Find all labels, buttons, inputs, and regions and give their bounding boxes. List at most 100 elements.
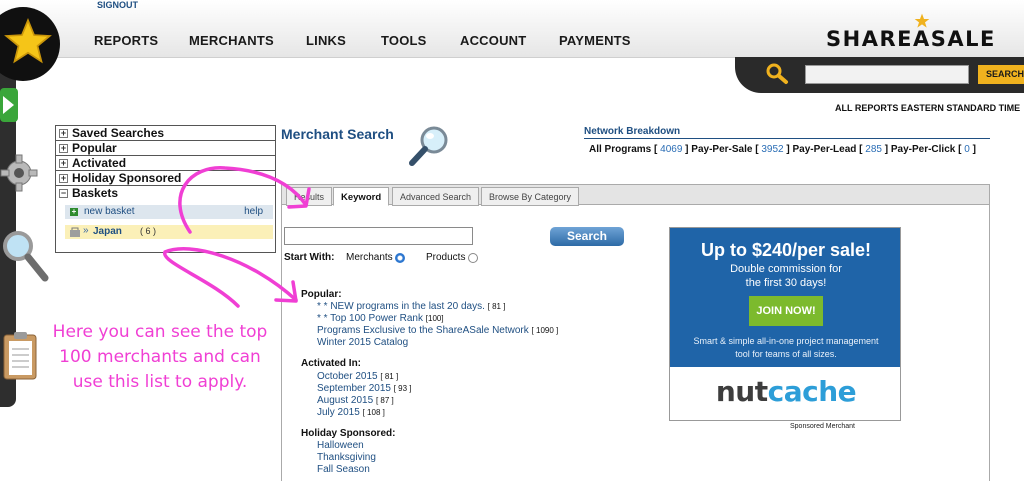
start-with-label: Start With: xyxy=(284,252,335,263)
expand-icon: + xyxy=(59,143,68,153)
expand-icon: + xyxy=(59,128,68,138)
tree-label: Activated xyxy=(72,156,127,170)
nav-tools[interactable]: TOOLS xyxy=(381,33,427,48)
activated-july-link[interactable]: July 2015 xyxy=(317,407,360,418)
popular-winter-catalog-link[interactable]: Winter 2015 Catalog xyxy=(317,337,408,348)
popular-exclusive-link[interactable]: Programs Exclusive to the ShareASale Net… xyxy=(317,325,529,336)
magnifier-icon xyxy=(409,126,448,166)
list-item: August 2015 [ 87 ] xyxy=(317,395,394,406)
list-item: Winter 2015 Catalog xyxy=(317,337,408,348)
popular-heading: Popular: xyxy=(301,289,342,300)
saved-lists-panel: + Saved Searches + Popular + Activated +… xyxy=(55,125,276,253)
pay-per-lead-label: ] Pay-Per-Lead [ xyxy=(786,144,863,155)
popular-top-100-link[interactable]: * * Top 100 Power Rank xyxy=(317,313,423,324)
annotation-note: Here you can see the top 100 merchants a… xyxy=(35,320,285,395)
list-item: Programs Exclusive to the ShareASale Net… xyxy=(317,325,558,336)
basket-name[interactable]: Japan xyxy=(93,226,122,237)
search-button[interactable]: Search xyxy=(550,227,624,246)
ad-join-button[interactable]: JOIN NOW! xyxy=(749,296,823,326)
annotation-line: 100 merchants and can xyxy=(59,347,261,367)
basket-icon xyxy=(70,227,80,237)
tree-label: Holiday Sponsored xyxy=(72,171,182,185)
item-count: [100] xyxy=(425,314,444,323)
tree-saved-searches[interactable]: + Saved Searches xyxy=(56,126,275,141)
play-arrow-icon[interactable] xyxy=(0,88,18,122)
logo-part: nut xyxy=(715,375,768,408)
item-count: [ 81 ] xyxy=(380,372,399,381)
item-count: [ 1090 ] xyxy=(531,326,559,335)
holiday-fall-season-link[interactable]: Fall Season xyxy=(317,464,370,475)
holiday-halloween-link[interactable]: Halloween xyxy=(317,440,364,451)
nav-reports[interactable]: REPORTS xyxy=(94,33,158,48)
item-count: [ 93 ] xyxy=(393,384,412,393)
pay-per-lead-count[interactable]: 285 xyxy=(865,144,882,155)
sponsored-ad[interactable]: Up to $240/per sale! Double commission f… xyxy=(669,227,901,421)
radio-merchants[interactable] xyxy=(395,253,405,263)
annotation-line: Here you can see the top xyxy=(52,322,268,342)
collapse-icon: − xyxy=(59,188,68,198)
radio-products[interactable] xyxy=(468,253,478,263)
radio-merchants-label: Merchants xyxy=(346,252,393,263)
expand-icon: + xyxy=(59,158,68,168)
all-programs-label: All Programs [ xyxy=(589,144,658,155)
activated-october-link[interactable]: October 2015 xyxy=(317,371,378,382)
pay-per-sale-count[interactable]: 3952 xyxy=(761,144,783,155)
top-search-input[interactable] xyxy=(805,65,969,84)
basket-item[interactable]: » Japan ( 6 ) xyxy=(65,225,273,239)
nav-links[interactable]: LINKS xyxy=(306,33,346,48)
tree-label: Saved Searches xyxy=(72,126,165,140)
basket-count: ( 6 ) xyxy=(140,226,157,236)
list-item: * * NEW programs in the last 20 days. [ … xyxy=(317,301,505,312)
tree-baskets[interactable]: − Baskets xyxy=(56,186,275,201)
list-item: September 2015 [ 93 ] xyxy=(317,383,412,394)
tab-advanced-search[interactable]: Advanced Search xyxy=(392,187,480,206)
help-link[interactable]: help xyxy=(244,206,263,217)
activated-september-link[interactable]: September 2015 xyxy=(317,383,391,394)
item-count: [ 87 ] xyxy=(375,396,394,405)
expand-icon: + xyxy=(59,173,68,183)
logo-part: cache xyxy=(767,375,857,408)
magnifier-icon[interactable] xyxy=(0,228,52,284)
search-icon xyxy=(766,63,788,84)
item-count: [ 108 ] xyxy=(362,408,385,417)
keyword-input[interactable] xyxy=(284,227,473,245)
ad-line: the first 30 days! xyxy=(745,277,827,289)
tab-keyword[interactable]: Keyword xyxy=(333,187,390,206)
nav-merchants[interactable]: MERCHANTS xyxy=(189,33,274,48)
item-count: [ 81 ] xyxy=(487,302,506,311)
tree-popular[interactable]: + Popular xyxy=(56,141,275,156)
divider xyxy=(584,138,990,139)
signout-link[interactable]: SIGNOUT xyxy=(97,0,138,10)
new-basket-link[interactable]: new basket xyxy=(84,206,135,217)
holiday-heading: Holiday Sponsored: xyxy=(301,428,396,439)
bracket: ] xyxy=(972,144,976,155)
double-chevron-icon: » xyxy=(83,225,89,236)
ad-line: Double commission for xyxy=(730,263,842,275)
pay-per-click-count[interactable]: 0 xyxy=(964,144,970,155)
nav-account[interactable]: ACCOUNT xyxy=(460,33,526,48)
nav-payments[interactable]: PAYMENTS xyxy=(559,33,631,48)
tree-holiday-sponsored[interactable]: + Holiday Sponsored xyxy=(56,171,275,186)
pay-per-sale-label: ] Pay-Per-Sale [ xyxy=(685,144,759,155)
ad-small-text: Smart & simple all-in-one project manage… xyxy=(693,336,879,346)
tree-label: Popular xyxy=(72,141,117,155)
timezone-note: ALL REPORTS EASTERN STANDARD TIME xyxy=(835,103,1021,113)
tree-label: Baskets xyxy=(72,186,119,200)
ad-small-text: tool for teams of all sizes. xyxy=(735,349,837,359)
activated-august-link[interactable]: August 2015 xyxy=(317,395,373,406)
tab-browse-by-category[interactable]: Browse By Category xyxy=(481,187,580,206)
shareasale-logo[interactable]: SHAREASALE xyxy=(826,27,996,51)
top-search-button[interactable]: SEARCH xyxy=(978,65,1024,84)
sponsored-caption: Sponsored Merchant xyxy=(790,423,855,430)
tab-results[interactable]: Results xyxy=(286,187,333,206)
nutcache-logo: nutcache xyxy=(670,375,900,408)
holiday-thanksgiving-link[interactable]: Thanksgiving xyxy=(317,452,376,463)
annotation-line: use this list to apply. xyxy=(72,372,248,392)
all-programs-count[interactable]: 4069 xyxy=(660,144,682,155)
gear-icon[interactable] xyxy=(0,152,42,194)
tree-activated[interactable]: + Activated xyxy=(56,156,275,171)
popular-new-programs-link[interactable]: * * NEW programs in the last 20 days. xyxy=(317,301,485,312)
network-stats: All Programs [ 4069 ] Pay-Per-Sale [ 395… xyxy=(589,144,976,155)
list-item: * * Top 100 Power Rank [100] xyxy=(317,313,444,324)
activated-heading: Activated In: xyxy=(301,358,362,369)
